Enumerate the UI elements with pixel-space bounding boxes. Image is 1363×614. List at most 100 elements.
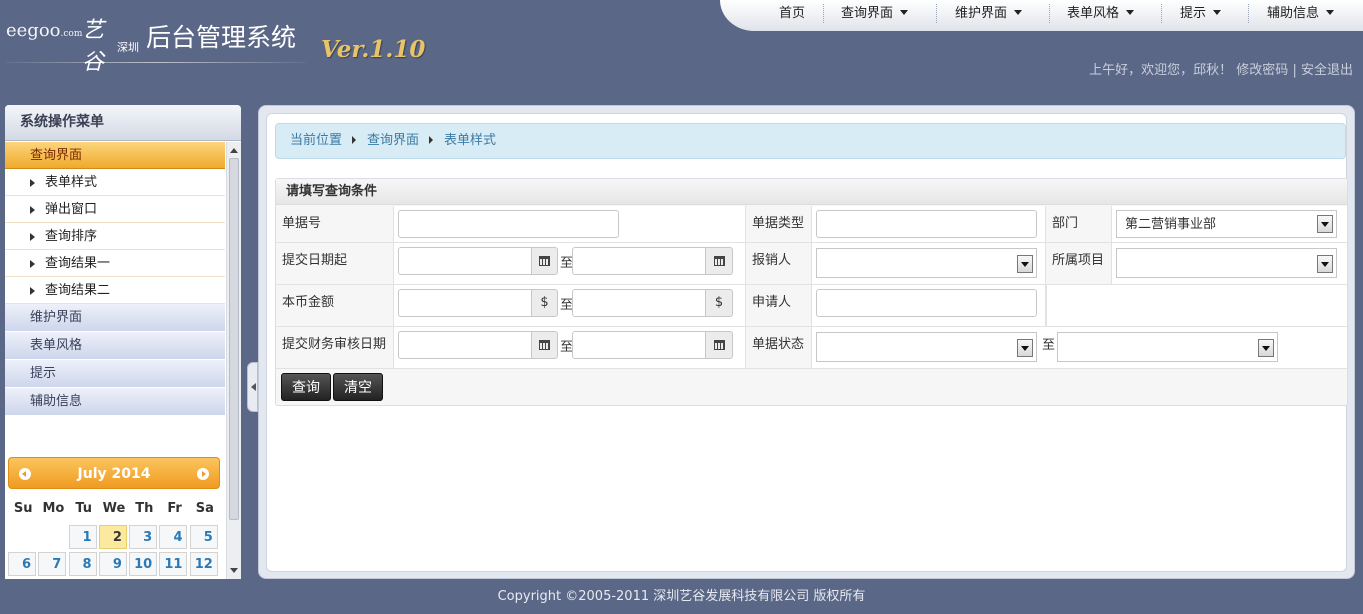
sidebar-section-tips[interactable]: 提示	[5, 360, 225, 388]
calendar-day[interactable]: 11	[159, 552, 188, 576]
calendar-day[interactable]: 4	[159, 525, 188, 549]
calendar-day[interactable]: 7	[38, 552, 67, 576]
label-applicant: 申请人	[746, 285, 811, 326]
calendar-grid: 1234567891011121314151617181920212223242…	[8, 525, 220, 579]
label-doc-no: 单据号	[276, 206, 393, 242]
scroll-up-icon[interactable]	[230, 148, 238, 153]
breadcrumb-item[interactable]: 当前位置	[290, 133, 342, 148]
caret-down-icon	[1014, 10, 1023, 15]
amount-to-input[interactable]	[572, 289, 706, 317]
sidebar-item-result-2[interactable]: 查询结果二	[5, 277, 225, 304]
submit-date-from-input[interactable]	[398, 247, 532, 275]
cell-doc-status: 至	[811, 327, 1347, 368]
nav-tips[interactable]: 提示	[1180, 0, 1222, 28]
calendar-day[interactable]: 12	[189, 552, 218, 576]
currency-addon: $	[705, 289, 733, 317]
doc-status-to-select[interactable]	[1057, 332, 1278, 362]
finance-review-to-input[interactable]	[572, 331, 706, 359]
sidebar-item-result-1[interactable]: 查询结果一	[5, 250, 225, 277]
caret-down-icon	[1213, 10, 1222, 15]
project-select[interactable]	[1116, 248, 1337, 278]
finance-review-to-picker[interactable]	[705, 331, 733, 359]
doc-type-input[interactable]	[816, 210, 1037, 238]
chevron-down-icon	[1317, 255, 1333, 273]
calendar-day[interactable]: 9	[98, 552, 127, 576]
cell-doc-no	[393, 206, 746, 242]
scroll-down-icon[interactable]	[230, 568, 238, 573]
greeting-text: 上午好，欢迎您，邱秋！	[1089, 63, 1233, 78]
calendar-day[interactable]: 8	[68, 552, 97, 576]
logo-divider	[6, 62, 306, 63]
form-actions: 查询 清空	[276, 369, 1347, 406]
calendar-weekday: Tu	[75, 501, 93, 516]
cell-claimant	[811, 243, 1046, 284]
submit-date-to-input[interactable]	[572, 247, 706, 275]
query-form-title: 请填写查询条件	[276, 179, 1347, 205]
calendar-weekday: Th	[135, 501, 154, 516]
to-label: 至	[1042, 338, 1056, 353]
claimant-select[interactable]	[816, 248, 1037, 278]
calendar-icon	[539, 340, 550, 350]
nav-query[interactable]: 查询界面	[841, 0, 909, 28]
triangle-right-icon	[30, 179, 35, 187]
clear-button[interactable]: 清空	[333, 373, 383, 401]
applicant-input[interactable]	[816, 289, 1037, 317]
calendar-day[interactable]: 6	[8, 552, 36, 576]
label-project: 所属项目	[1046, 243, 1111, 284]
change-password-link[interactable]: 修改密码	[1236, 63, 1288, 78]
calendar-icon	[539, 256, 550, 266]
finance-review-from-picker[interactable]	[531, 331, 558, 359]
breadcrumb-item[interactable]: 查询界面	[367, 133, 419, 148]
logo-brand: eegoo.com	[6, 20, 83, 41]
calendar-weekdays: Su Mo Tu We Th Fr Sa	[8, 497, 220, 521]
calendar-day[interactable]: 3	[129, 525, 158, 549]
nav-separator	[1161, 4, 1162, 23]
chevron-down-icon	[1317, 215, 1333, 233]
left-panel: 系统操作菜单 查询界面 表单样式 弹出窗口 查询排序 查询结果一 查询结果二 维…	[5, 105, 241, 579]
calendar-empty-cell	[8, 525, 36, 549]
nav-aux-info[interactable]: 辅助信息	[1267, 0, 1335, 28]
sidebar-item-sort[interactable]: 查询排序	[5, 223, 225, 250]
calendar-day[interactable]: 5	[189, 525, 218, 549]
calendar-next-icon[interactable]	[197, 468, 209, 480]
calendar-weekday: Sa	[195, 501, 214, 516]
breadcrumb-item[interactable]: 表单样式	[444, 133, 496, 148]
query-form: 请填写查询条件 单据号 单据类型 部门 第二营销事业部 提交日期起 至 报销人 …	[275, 178, 1348, 406]
calendar-day[interactable]: 10	[129, 552, 158, 576]
main-content: 当前位置 查询界面 表单样式 请填写查询条件 单据号 单据类型 部门 第二营销事业部	[266, 113, 1348, 572]
calendar-icon	[713, 256, 725, 266]
cell-amount: $ 至 $	[393, 285, 746, 326]
amount-from-input[interactable]	[398, 289, 532, 317]
main-panel: 当前位置 查询界面 表单样式 请填写查询条件 单据号 单据类型 部门 第二营销事业部	[258, 105, 1355, 579]
search-button[interactable]: 查询	[281, 373, 331, 401]
sidebar-section-form-style[interactable]: 表单风格	[5, 332, 225, 360]
scrollbar-thumb[interactable]	[229, 158, 239, 520]
triangle-right-icon	[30, 233, 35, 241]
logout-link[interactable]: 安全退出	[1301, 63, 1353, 78]
submit-date-to-picker[interactable]	[705, 247, 733, 275]
nav-form-style[interactable]: 表单风格	[1067, 0, 1135, 28]
calendar-month-label: July 2014	[77, 466, 151, 482]
department-select[interactable]: 第二营销事业部	[1116, 210, 1337, 238]
sidebar-scrollbar[interactable]	[226, 142, 241, 579]
finance-review-from-input[interactable]	[398, 331, 532, 359]
breadcrumb-arrow-icon	[352, 136, 357, 144]
cell-doc-type	[811, 206, 1046, 242]
sidebar-menu: 查询界面 表单样式 弹出窗口 查询排序 查询结果一 查询结果二 维护界面 表单风…	[5, 142, 225, 579]
doc-no-input[interactable]	[398, 210, 619, 238]
sidebar-collapse-toggle[interactable]	[247, 362, 258, 412]
calendar-day-today[interactable]: 2	[98, 525, 127, 549]
sidebar-section-query[interactable]: 查询界面	[5, 142, 225, 169]
sidebar-section-maintain[interactable]: 维护界面	[5, 304, 225, 332]
calendar-prev-icon[interactable]	[19, 468, 31, 480]
nav-maintain[interactable]: 维护界面	[955, 0, 1023, 28]
calendar-day[interactable]: 1	[68, 525, 97, 549]
sidebar-item-form-style[interactable]: 表单样式	[5, 169, 225, 196]
doc-status-from-select[interactable]	[816, 332, 1037, 362]
sidebar-item-popup[interactable]: 弹出窗口	[5, 196, 225, 223]
triangle-right-icon	[30, 287, 35, 295]
sidebar-section-aux-info[interactable]: 辅助信息	[5, 388, 225, 416]
nav-home[interactable]: 首页	[779, 0, 805, 28]
collapse-left-icon	[251, 383, 256, 391]
submit-date-from-picker[interactable]	[531, 247, 558, 275]
